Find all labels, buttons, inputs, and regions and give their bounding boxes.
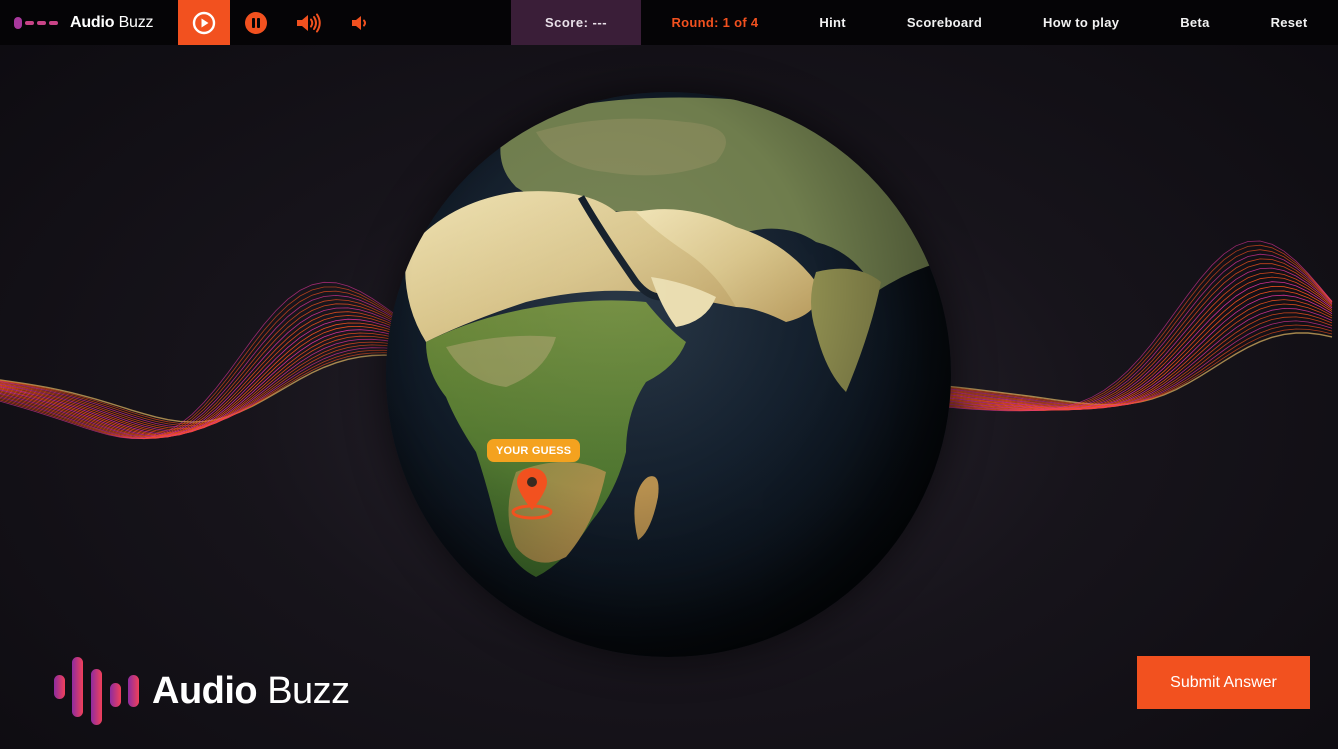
globe[interactable] <box>386 92 951 657</box>
audio-buzz-logo-icon <box>14 16 58 29</box>
main-nav: Round: 1 of 4 Hint Scoreboard How to pla… <box>641 0 1338 45</box>
app-title-bold: Audio <box>70 13 115 31</box>
globe-shading <box>386 92 951 657</box>
your-guess-badge: YOUR GUESS <box>487 439 581 462</box>
submit-answer-button[interactable]: Submit Answer <box>1137 656 1310 709</box>
app-title-light: Buzz <box>118 13 154 31</box>
play-button[interactable] <box>178 0 230 45</box>
app-title: Audio Buzz <box>70 13 154 32</box>
nav-how-to-play[interactable]: How to play <box>1043 15 1119 30</box>
footer-logo: Audio Buzz <box>54 655 350 727</box>
round-indicator: Round: 1 of 4 <box>671 15 759 30</box>
footer-logo-bold: Audio <box>152 669 258 712</box>
volume-down-button[interactable] <box>334 0 386 45</box>
brand: Audio Buzz <box>0 0 178 45</box>
score-display: Score: --- <box>511 0 641 45</box>
nav-scoreboard[interactable]: Scoreboard <box>907 15 982 30</box>
footer-logo-text: Audio Buzz <box>152 670 350 713</box>
map-pin-icon[interactable] <box>509 466 555 522</box>
volume-up-button[interactable] <box>282 0 334 45</box>
pause-circle-icon <box>245 11 267 34</box>
footer-logo-light: Buzz <box>267 669 350 712</box>
audio-buzz-logo-icon <box>54 657 139 725</box>
pause-button[interactable] <box>230 0 282 45</box>
nav-hint[interactable]: Hint <box>819 15 845 30</box>
volume-down-icon <box>352 15 366 30</box>
nav-reset[interactable]: Reset <box>1271 15 1308 30</box>
top-bar: Audio Buzz Score: --- Round: 1 of 4 Hint… <box>0 0 1338 45</box>
nav-beta[interactable]: Beta <box>1180 15 1209 30</box>
volume-up-icon <box>297 13 321 32</box>
play-circle-icon <box>192 11 216 34</box>
globe-map[interactable] <box>386 92 951 657</box>
